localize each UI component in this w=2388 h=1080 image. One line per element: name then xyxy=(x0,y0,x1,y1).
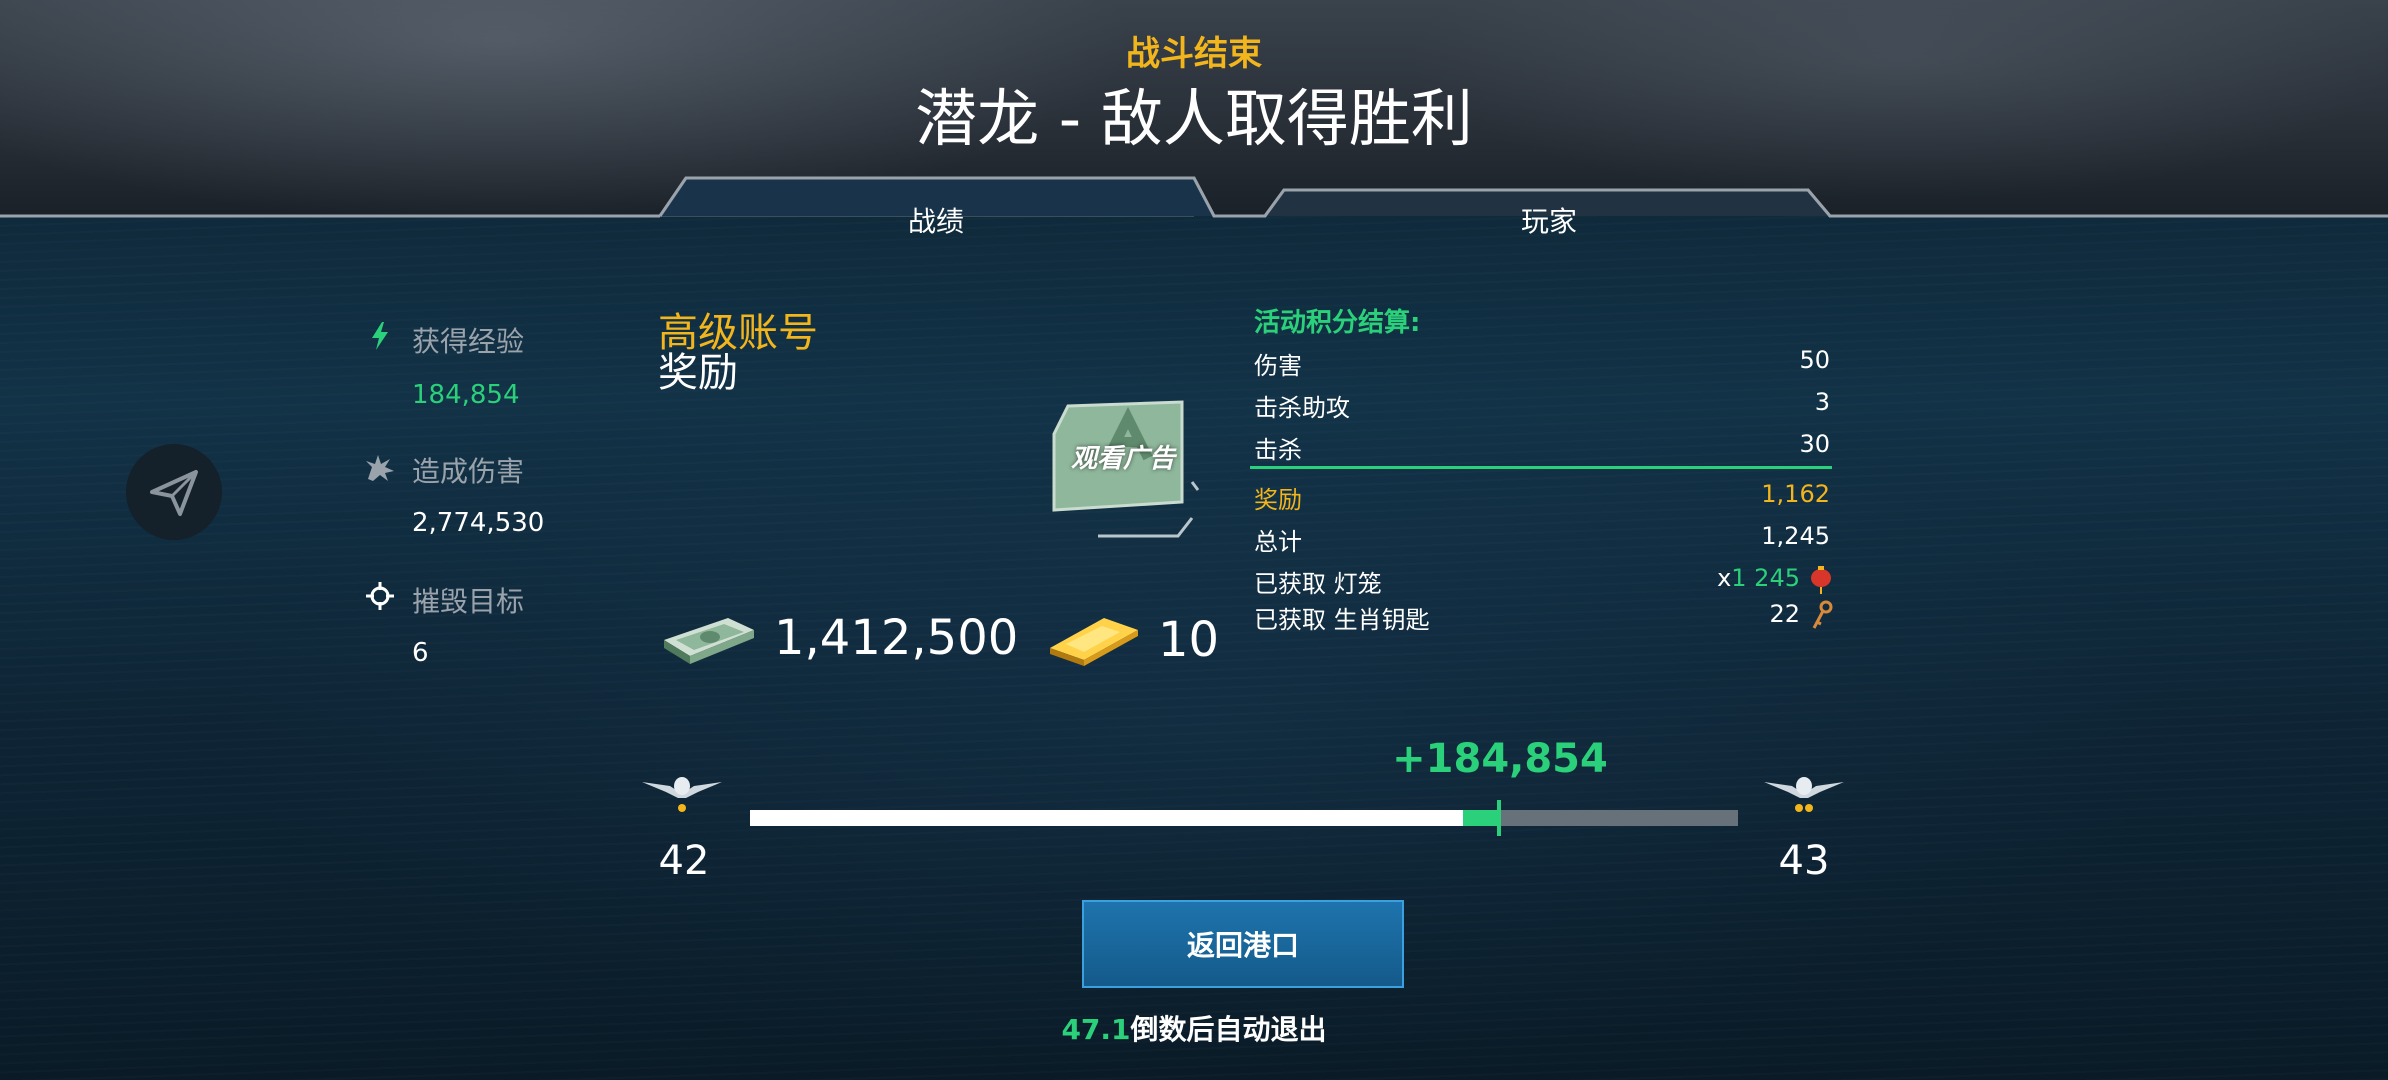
event-row-value: 30 xyxy=(1799,430,1830,458)
event-row-label: 伤害 xyxy=(1254,352,1302,380)
countdown-value: 47.1 xyxy=(1061,1013,1131,1046)
lantern-icon xyxy=(1811,566,1831,594)
lantern-count: 1 245 xyxy=(1731,564,1800,592)
next-rank: 43 xyxy=(1778,838,1830,884)
gold-value: 10 xyxy=(1158,612,1220,668)
auto-exit-countdown: 47.1倒数后自动退出 xyxy=(0,1008,2388,1048)
event-row-label: 击杀助攻 xyxy=(1254,394,1350,422)
event-points-title: 活动积分结算: xyxy=(1254,308,1421,338)
return-to-port-button[interactable]: 返回港口 xyxy=(1082,900,1404,988)
event-row-value: 22 xyxy=(1769,600,1800,628)
explosion-icon xyxy=(360,448,400,488)
premium-reward-label: 奖励 xyxy=(658,350,738,396)
event-row-label: 击杀 xyxy=(1254,436,1302,464)
cash-icon xyxy=(664,618,754,664)
xp-progress-fill xyxy=(750,810,1463,826)
damage-value: 2,774,530 xyxy=(412,508,545,538)
rank-badge-current xyxy=(642,777,722,812)
credits-value: 1,412,500 xyxy=(774,610,1019,666)
tab-players[interactable]: 玩家 xyxy=(1399,200,1699,240)
event-row-zodiac-keys: 已获取 生肖钥匙 22 xyxy=(1254,600,1840,634)
xp-value: 184,854 xyxy=(412,380,520,410)
event-row-lanterns: 已获取 灯笼 x1 245 xyxy=(1254,564,1840,598)
multiplier-prefix: x xyxy=(1717,564,1732,592)
xp-progress-gain xyxy=(1463,810,1497,826)
event-divider xyxy=(1250,466,1832,469)
xp-gain-label: +184,854 xyxy=(1392,736,1608,782)
gold-bar-icon xyxy=(1050,618,1138,666)
event-row-value: 3 xyxy=(1814,388,1830,416)
event-row-value: 50 xyxy=(1799,346,1830,374)
event-row-damage: 伤害 50 xyxy=(1254,346,1830,380)
damage-label: 造成伤害 xyxy=(412,455,525,488)
lightning-icon xyxy=(360,316,400,356)
event-row-reward: 奖励 1,162 xyxy=(1254,480,1830,514)
xp-progress-marker xyxy=(1497,800,1501,836)
key-icon xyxy=(1812,600,1833,629)
battle-result-title: 潜龙 - 敌人取得胜利 xyxy=(915,82,1473,155)
current-rank: 42 xyxy=(658,838,710,884)
destroyed-label: 摧毁目标 xyxy=(412,585,525,618)
event-row-assists: 击杀助攻 3 xyxy=(1254,388,1830,422)
countdown-text: 倒数后自动退出 xyxy=(1130,1013,1327,1046)
rank-badge-next xyxy=(1764,777,1844,812)
event-row-value: x1 245 xyxy=(1717,564,1800,592)
watch-ad-label: 观看广告 xyxy=(1070,444,1175,474)
event-row-total: 总计 1,245 xyxy=(1254,522,1830,556)
crosshair-icon xyxy=(360,576,400,616)
event-row-label: 已获取 灯笼 xyxy=(1254,570,1382,598)
xp-label: 获得经验 xyxy=(412,325,525,358)
tab-bar xyxy=(0,176,2388,218)
event-row-kills: 击杀 30 xyxy=(1254,430,1830,464)
event-row-value: 1,162 xyxy=(1761,480,1830,508)
event-row-value: 1,245 xyxy=(1761,522,1830,550)
send-icon xyxy=(150,470,198,516)
tab-stats[interactable]: 战绩 xyxy=(786,200,1086,240)
event-row-label: 已获取 生肖钥匙 xyxy=(1254,606,1430,634)
event-row-label: 总计 xyxy=(1254,528,1302,556)
destroyed-value: 6 xyxy=(412,638,429,668)
share-button[interactable] xyxy=(126,444,222,540)
event-row-label: 奖励 xyxy=(1254,486,1302,514)
